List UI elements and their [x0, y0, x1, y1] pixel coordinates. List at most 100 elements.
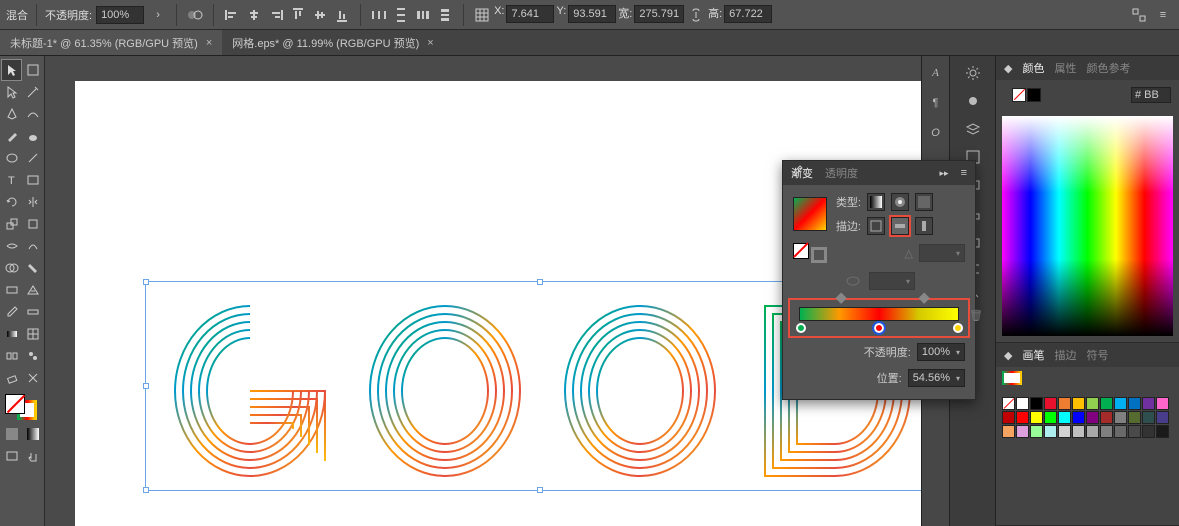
distribute-v-icon[interactable]: [391, 5, 411, 25]
swatch-cell[interactable]: [1142, 411, 1155, 424]
swatch-cell[interactable]: [1100, 397, 1113, 410]
distribute-space-h-icon[interactable]: [413, 5, 433, 25]
close-icon[interactable]: ×: [427, 37, 433, 49]
panel-menu-icon[interactable]: ≡: [961, 167, 967, 179]
swatch-cell[interactable]: [1128, 397, 1141, 410]
warp-tool[interactable]: [23, 236, 42, 256]
symbol-spray-tool[interactable]: [23, 346, 42, 366]
swatch-cell[interactable]: [1100, 411, 1113, 424]
hex-field[interactable]: # BB: [1131, 87, 1171, 103]
gradient-panel[interactable]: 渐变 透明度 ▸▸ ≡ 类型: 描边:: [782, 160, 976, 400]
align-middle-v-icon[interactable]: [310, 5, 330, 25]
cycle-view-icon[interactable]: [1129, 5, 1149, 25]
stroke-along-icon[interactable]: [891, 217, 909, 235]
swatch-cell[interactable]: [1142, 425, 1155, 438]
stroke-within-icon[interactable]: [867, 217, 885, 235]
panel-collapse-icon[interactable]: ◆: [1004, 349, 1012, 362]
type-tool[interactable]: T: [2, 170, 21, 190]
angle-field[interactable]: [919, 244, 965, 262]
align-bottom-icon[interactable]: [332, 5, 352, 25]
swatch-cell[interactable]: [1058, 425, 1071, 438]
brightness-icon[interactable]: [964, 92, 982, 110]
swatch-cell[interactable]: [1016, 411, 1029, 424]
attributes-tab[interactable]: 属性: [1054, 60, 1076, 76]
line-tool[interactable]: [23, 148, 42, 168]
gradient-panel-head[interactable]: 渐变 透明度 ▸▸ ≡: [783, 161, 975, 185]
close-icon[interactable]: ×: [206, 37, 212, 49]
link-icon[interactable]: [686, 5, 706, 25]
distribute-h-icon[interactable]: [369, 5, 389, 25]
layers-icon[interactable]: [964, 120, 982, 138]
9slice-icon[interactable]: [472, 5, 492, 25]
stroke-tab[interactable]: 描边: [1054, 347, 1076, 363]
scissors-tool[interactable]: [23, 368, 42, 388]
y-field[interactable]: 93.591: [568, 5, 616, 23]
char-panel-icon[interactable]: A: [927, 64, 945, 82]
panel-collapse-icon[interactable]: ◆: [1004, 62, 1012, 75]
align-left-icon[interactable]: [222, 5, 242, 25]
color-ref-tab[interactable]: 颜色参考: [1086, 60, 1130, 76]
touch-type-tool[interactable]: [23, 170, 42, 190]
gradient-slider[interactable]: 🗑: [791, 301, 967, 335]
blob-brush-tool[interactable]: [23, 126, 42, 146]
swatch-cell[interactable]: [1044, 411, 1057, 424]
linear-gradient-icon[interactable]: [867, 193, 885, 211]
radial-gradient-icon[interactable]: [891, 193, 909, 211]
collapse-icon[interactable]: ▸▸: [940, 168, 949, 179]
measure-tool[interactable]: [23, 302, 42, 322]
document-tab-2[interactable]: 网格.eps* @ 11.99% (RGB/GPU 预览) ×: [222, 30, 443, 55]
document-tab-1[interactable]: 未标题-1* @ 61.35% (RGB/GPU 预览) ×: [0, 30, 222, 55]
scale-tool[interactable]: [2, 214, 21, 234]
swatch-cell[interactable]: [1072, 397, 1085, 410]
color-mode[interactable]: [2, 424, 21, 444]
swatch-cell[interactable]: [1086, 411, 1099, 424]
shape-builder-tool[interactable]: [2, 258, 21, 278]
hand-tool[interactable]: [23, 446, 42, 466]
eyedropper-icon[interactable]: [787, 161, 807, 181]
distribute-space-v-icon[interactable]: [435, 5, 455, 25]
gradient-stop-red-selected[interactable]: [874, 323, 884, 333]
align-top-icon[interactable]: [288, 5, 308, 25]
direct-select-tool[interactable]: [2, 82, 21, 102]
stroke-black-swatch[interactable]: [1027, 88, 1041, 102]
gradient-mode[interactable]: [23, 424, 42, 444]
selection-tool[interactable]: [2, 60, 21, 80]
swatch-cell[interactable]: [1114, 397, 1127, 410]
swatch-cell[interactable]: [1128, 425, 1141, 438]
eyedropper-tool[interactable]: [2, 302, 21, 322]
curvature-tool[interactable]: [23, 104, 42, 124]
swatch-cell[interactable]: [1156, 411, 1169, 424]
swatch-cell[interactable]: [1086, 425, 1099, 438]
live-paint-tool[interactable]: [23, 258, 42, 278]
paragraph-panel-icon[interactable]: ¶: [927, 94, 945, 112]
swatch-cell[interactable]: [1044, 397, 1057, 410]
swatch-cell[interactable]: [1058, 411, 1071, 424]
gradient-position-field[interactable]: 54.56%: [908, 369, 965, 387]
swatch-cell[interactable]: [1072, 411, 1085, 424]
brush-tab[interactable]: 画笔: [1022, 347, 1044, 363]
recolor-icon[interactable]: [185, 5, 205, 25]
fill-swatch-none[interactable]: [5, 394, 25, 414]
screen-mode[interactable]: [2, 446, 21, 466]
fill-none-swatch[interactable]: [1012, 88, 1026, 102]
swatch-cell[interactable]: [1030, 411, 1043, 424]
gradient-track[interactable]: [799, 307, 959, 321]
swatch-cell[interactable]: [1016, 397, 1029, 410]
pen-tool[interactable]: [2, 104, 21, 124]
eraser-tool[interactable]: [2, 368, 21, 388]
swatch-cell[interactable]: [1114, 425, 1127, 438]
reflect-tool[interactable]: [23, 192, 42, 212]
width-tool[interactable]: [2, 236, 21, 256]
blend-tool[interactable]: [2, 346, 21, 366]
swatch-cell[interactable]: [1114, 411, 1127, 424]
stroke-across-icon[interactable]: [915, 217, 933, 235]
trash-icon[interactable]: 🗑: [969, 309, 983, 322]
chevron-right-icon[interactable]: ›: [148, 5, 168, 25]
rectangle-tool[interactable]: [2, 280, 21, 300]
gradient-stop-green[interactable]: [796, 323, 806, 333]
align-center-h-icon[interactable]: [244, 5, 264, 25]
swatch-cell[interactable]: [1016, 425, 1029, 438]
mini-fill-stroke[interactable]: [1012, 88, 1041, 102]
free-transform-tool[interactable]: [23, 214, 42, 234]
rotate-tool[interactable]: [2, 192, 21, 212]
